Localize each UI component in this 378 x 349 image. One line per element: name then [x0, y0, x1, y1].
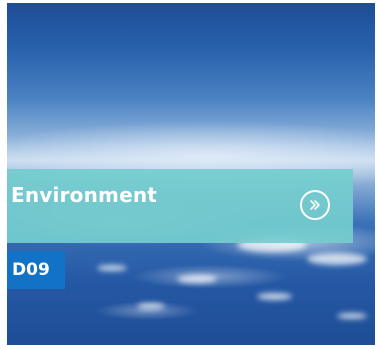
environment-tile[interactable]: Environment D09 — [7, 3, 375, 345]
tile-code: D09 — [12, 260, 50, 280]
cloud-decoration — [337, 313, 367, 319]
cloud-decoration — [137, 303, 165, 309]
cloud-decoration — [257, 293, 292, 300]
cloud-decoration — [97, 265, 127, 271]
double-chevron-right-icon — [310, 200, 320, 210]
title-banner: Environment — [7, 169, 353, 243]
tile-title: Environment — [11, 183, 158, 207]
more-button[interactable] — [300, 190, 330, 220]
cloud-decoration — [307, 253, 367, 265]
code-badge: D09 — [7, 251, 65, 289]
cloud-decoration — [177, 275, 217, 283]
